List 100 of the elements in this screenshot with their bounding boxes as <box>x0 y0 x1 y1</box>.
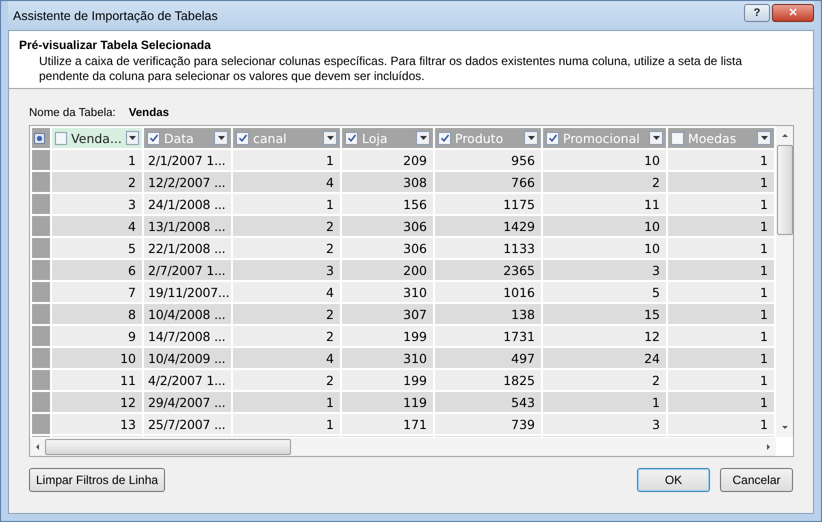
table-cell: 1175 <box>434 193 542 215</box>
table-cell: 1429 <box>434 215 542 237</box>
table-cell: 19/11/2007... <box>143 281 232 303</box>
table-cell: 10 <box>51 347 143 369</box>
column-header[interactable]: Loja <box>341 127 434 149</box>
column-header[interactable]: Produto <box>434 127 542 149</box>
column-label: Produto <box>455 130 504 146</box>
column-label: Promocional <box>563 130 641 146</box>
column-checkbox[interactable] <box>147 132 160 144</box>
table-cell: 1731 <box>434 325 542 347</box>
close-button[interactable]: ✕ <box>772 4 814 22</box>
table-cell: 171 <box>341 413 434 435</box>
column-label: Moedas <box>688 130 738 146</box>
column-label: canal <box>253 130 288 146</box>
window-title: Assistente de Importação de Tabelas <box>12 8 218 22</box>
scroll-right-icon[interactable] <box>767 444 770 450</box>
vertical-scrollbar[interactable] <box>776 126 793 437</box>
table-cell: 1 <box>667 215 775 237</box>
table-cell: 25/7/2007 ... <box>143 413 232 435</box>
table-cell: 9 <box>51 325 143 347</box>
column-header[interactable]: Venda... <box>51 127 143 149</box>
table-cell: 24 <box>542 347 667 369</box>
column-label: Data <box>164 130 195 146</box>
horizontal-scrollbar[interactable] <box>30 438 776 456</box>
table-cell: 1825 <box>434 369 542 391</box>
table-cell: 3 <box>542 259 667 281</box>
table-cell: 14/7/2008 ... <box>143 325 232 347</box>
table-cell: 1 <box>667 149 775 171</box>
scroll-up-icon[interactable] <box>782 134 788 137</box>
table-cell: 1 <box>232 391 341 413</box>
table-cell: 1 <box>542 391 667 413</box>
header-title: Pré-visualizar Tabela Selecionada <box>19 38 212 52</box>
table-cell: 2 <box>51 171 143 193</box>
column-label: Venda... <box>71 130 122 146</box>
table-cell: 1 <box>667 303 775 325</box>
column-checkbox[interactable] <box>55 132 68 144</box>
table-cell: 306 <box>341 237 434 259</box>
cancel-button[interactable]: Cancelar <box>720 468 793 492</box>
table-cell: 29/4/2007 ... <box>143 391 232 413</box>
column-checkbox[interactable] <box>546 132 559 144</box>
table-cell: 200 <box>341 259 434 281</box>
table-cell: 13/1/2008 ... <box>143 215 232 237</box>
table-cell: 956 <box>434 149 542 171</box>
table-cell: 15 <box>542 303 667 325</box>
scroll-thumb[interactable] <box>45 439 291 455</box>
table-name-value: Vendas <box>128 107 170 119</box>
table-cell: 10 <box>542 237 667 259</box>
table-cell: 5 <box>51 237 143 259</box>
column-header[interactable]: canal <box>232 127 341 149</box>
table-cell: 497 <box>434 347 542 369</box>
clear-filters-button[interactable]: Limpar Filtros de Linha <box>29 468 166 492</box>
select-all-icon[interactable] <box>34 132 45 144</box>
table-cell: 1 <box>667 171 775 193</box>
table-cell: 1 <box>667 237 775 259</box>
table-cell: 1 <box>232 193 341 215</box>
table-cell: 3 <box>232 259 341 281</box>
column-header[interactable]: Data <box>143 127 232 149</box>
table-cell: 1 <box>667 325 775 347</box>
table-cell: 543 <box>434 391 542 413</box>
table-cell: 10/4/2009 ... <box>143 347 232 369</box>
table-cell: 2365 <box>434 259 542 281</box>
table-cell: 1 <box>232 413 341 435</box>
help-button[interactable]: ? <box>744 4 770 22</box>
table-cell: 1 <box>667 193 775 215</box>
table-cell: 1 <box>667 281 775 303</box>
table-cell: 1 <box>667 413 775 435</box>
table-name-label: Nome da Tabela: <box>29 107 116 119</box>
column-label: Loja <box>362 130 389 146</box>
table-cell: 2 <box>232 215 341 237</box>
scroll-left-icon[interactable] <box>36 444 39 450</box>
table-cell: 1 <box>667 259 775 281</box>
table-cell: 4 <box>232 281 341 303</box>
table-cell: 739 <box>434 413 542 435</box>
table-cell: 4/2/2007 1... <box>143 369 232 391</box>
table-cell: 2 <box>542 369 667 391</box>
table-cell: 6 <box>51 259 143 281</box>
scroll-down-icon[interactable] <box>782 426 788 429</box>
header-description: Utilize a caixa de verificação para selecionar colunas específicas. Para filtrar os dados existentes numa coluna, utilize a seta de lista pendente da coluna para selecionar os valores que devem ser incluídos. <box>38 54 744 84</box>
column-checkbox[interactable] <box>236 132 249 144</box>
table-cell: 5 <box>542 281 667 303</box>
table-cell: 1 <box>232 149 341 171</box>
column-header[interactable]: Promocional <box>542 127 667 149</box>
column-checkbox[interactable] <box>438 132 451 144</box>
table-cell: 1 <box>667 347 775 369</box>
table-cell: 2 <box>232 369 341 391</box>
table-cell: 4 <box>232 347 341 369</box>
table-cell: 1 <box>667 391 775 413</box>
table-cell: 10/4/2008 ... <box>143 303 232 325</box>
table-cell: 11 <box>542 193 667 215</box>
table-cell: 12 <box>542 325 667 347</box>
table-cell: 10 <box>542 215 667 237</box>
table-cell: 138 <box>434 303 542 325</box>
column-checkbox[interactable] <box>671 132 684 144</box>
column-header[interactable]: Moedas <box>667 127 775 149</box>
ok-button[interactable]: OK <box>637 468 710 492</box>
table-cell: 209 <box>341 149 434 171</box>
table-cell: 4 <box>51 215 143 237</box>
column-checkbox[interactable] <box>345 132 358 144</box>
scroll-thumb[interactable] <box>776 145 792 235</box>
table-cell: 2 <box>542 171 667 193</box>
